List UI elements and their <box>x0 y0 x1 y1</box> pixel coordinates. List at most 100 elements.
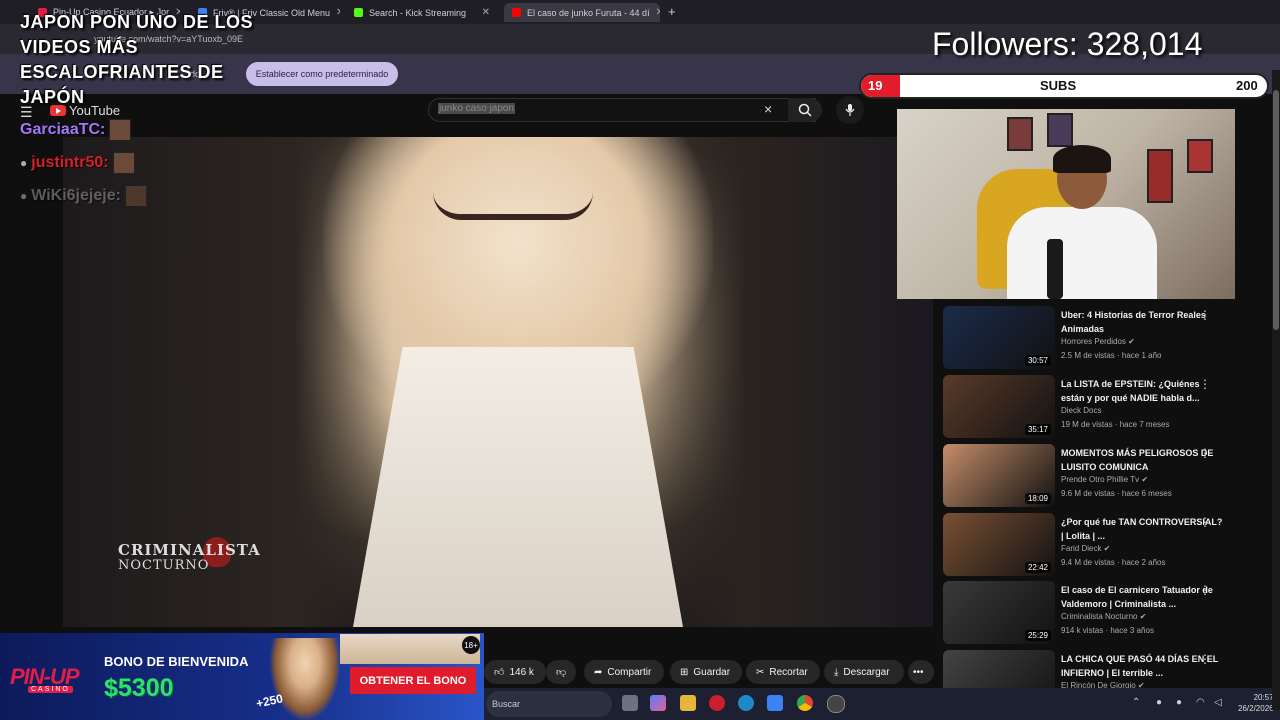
volume-icon[interactable]: ◁ <box>1214 697 1222 708</box>
stream-title-overlay: JAPON PON UNO DE LOS VIDEOS MÁS ESCALOFR… <box>20 12 254 107</box>
video-meta: 9.6 M de vistas · hace 6 meses <box>1061 489 1172 498</box>
opera-icon[interactable] <box>709 695 725 711</box>
recommended-video[interactable]: 30:57 Uber: 4 Historias de Terror Reales … <box>943 306 1263 370</box>
channel-name[interactable]: Prende Otro Phillie Tv ✔ <box>1061 475 1148 484</box>
taskbar-search-label: Buscar <box>492 699 521 709</box>
new-tab-button[interactable]: + <box>668 4 676 19</box>
chat-emote-icon <box>124 185 147 207</box>
chat-message: ● WiKi6jejeje: <box>20 185 147 207</box>
get-bonus-button[interactable]: OBTENER EL BONO <box>350 667 476 694</box>
video-thumbnail[interactable] <box>943 650 1055 688</box>
app-icon[interactable] <box>827 695 845 713</box>
more-actions-button[interactable]: ••• <box>908 660 934 684</box>
video-thumbnail[interactable]: 30:57 <box>943 306 1055 369</box>
share-button[interactable]: ➦ Compartir <box>584 660 664 684</box>
video-duration: 25:29 <box>1024 630 1051 641</box>
video-meta: 2.5 M de vistas · hace 1 año <box>1061 351 1162 360</box>
close-icon[interactable]: ✕ <box>336 7 340 18</box>
chat-username: GarciaaTC: <box>20 121 106 138</box>
wall-frame <box>1187 139 1213 173</box>
video-frame-collar <box>353 347 683 627</box>
chat-badge-icon: ● <box>20 156 28 170</box>
ad-character-image <box>270 638 340 720</box>
download-icon: ⤓ <box>834 666 839 678</box>
store-icon[interactable] <box>767 695 783 711</box>
more-vert-icon[interactable]: ⋮ <box>1199 446 1211 460</box>
subs-current: 19 <box>868 78 883 93</box>
recommended-video[interactable]: 35:17 La LISTA de EPSTEIN: ¿Quiénes están… <box>943 375 1263 439</box>
clear-search-icon[interactable]: × <box>764 101 772 117</box>
recommended-video[interactable]: LA CHICA QUE PASÓ 44 DÍAS EN EL INFIERNO… <box>943 650 1263 688</box>
recommended-video[interactable]: 18:09 MOMENTOS MÁS PELIGROSOS DE LUISITO … <box>943 444 1263 508</box>
mic-tray-icon[interactable]: ● <box>1176 697 1182 708</box>
channel-name[interactable]: Farid Dieck ✔ <box>1061 544 1110 553</box>
recommended-video[interactable]: 22:42 ¿Por qué fue TAN CONTROVERSIAL? | L… <box>943 513 1263 577</box>
tab-label: El caso de junko Furuta - 44 dí <box>527 7 650 18</box>
clock-date: 26/2/2026 <box>1238 704 1274 713</box>
video-player[interactable]: CRIMINALISTA NOCTURNO <box>63 137 933 627</box>
watermark-line1: CRIMINALISTA <box>118 541 261 559</box>
followers-counter: Followers: 328,014 <box>932 26 1203 62</box>
microphone-icon <box>845 104 855 116</box>
save-label: Guardar <box>693 666 731 678</box>
recommended-video[interactable]: 25:29 El caso de El carnicero Tatuador de… <box>943 581 1263 645</box>
like-button[interactable]: 👍︎ 146 k <box>484 660 546 684</box>
close-icon[interactable]: ✕ <box>656 7 660 18</box>
taskbar-clock[interactable]: 20:57 26/2/2026 <box>1238 692 1274 714</box>
wifi-icon[interactable]: ◠ <box>1196 697 1205 708</box>
video-duration: 22:42 <box>1024 562 1051 573</box>
more-vert-icon[interactable]: ⋮ <box>1199 515 1211 529</box>
search-button[interactable] <box>788 98 822 122</box>
wall-frame <box>1007 117 1033 151</box>
streamer-hair <box>1053 145 1111 173</box>
file-explorer-icon[interactable] <box>680 695 696 711</box>
channel-name[interactable]: Dieck Docs <box>1061 406 1101 415</box>
more-vert-icon[interactable]: ⋮ <box>1199 308 1211 322</box>
save-button[interactable]: ⊞ Guardar <box>670 660 742 684</box>
video-thumbnail[interactable]: 25:29 <box>943 581 1055 644</box>
download-label: Descargar <box>843 666 890 678</box>
clip-icon: ✂ <box>756 666 765 678</box>
copilot-icon[interactable] <box>650 695 666 711</box>
clip-button[interactable]: ✂ Recortar <box>746 660 820 684</box>
thumb-up-icon: 👍︎ <box>494 667 505 678</box>
video-thumbnail[interactable]: 35:17 <box>943 375 1055 438</box>
channel-name[interactable]: El Rincón De Giorgio ✔ <box>1061 681 1145 688</box>
share-icon: ➦ <box>594 666 603 678</box>
more-vert-icon[interactable]: ⋮ <box>1199 652 1211 666</box>
edge-icon[interactable] <box>738 695 754 711</box>
chat-message: ● justintr50: <box>20 152 135 174</box>
like-count: 146 k <box>509 666 534 678</box>
chrome-icon[interactable] <box>797 695 813 711</box>
chat-username: justintr50: <box>31 154 109 171</box>
tab-youtube[interactable]: El caso de junko Furuta - 44 dí ✕ <box>504 3 660 22</box>
age-badge: 18+ <box>462 636 480 654</box>
chat-emote-icon <box>109 119 132 141</box>
video-thumbnail[interactable]: 22:42 <box>943 513 1055 576</box>
tray-chevron-icon[interactable]: ⌃ <box>1132 697 1140 708</box>
tab-kick[interactable]: Search - Kick Streaming ✕ <box>346 3 498 22</box>
more-vert-icon[interactable]: ⋮ <box>1199 583 1211 597</box>
kick-favicon-icon <box>354 8 363 17</box>
dislike-button[interactable]: 👎︎ <box>546 660 576 684</box>
save-icon: ⊞ <box>680 666 689 678</box>
voice-search-button[interactable] <box>836 96 864 124</box>
video-thumbnail[interactable]: 18:09 <box>943 444 1055 507</box>
search-icon <box>798 103 812 117</box>
subs-label: SUBS <box>1040 78 1077 93</box>
streamer <box>1007 145 1157 299</box>
streamer-shirt <box>1007 207 1157 299</box>
close-icon[interactable]: ✕ <box>482 7 490 18</box>
download-button[interactable]: ⤓ Descargar <box>824 660 904 684</box>
video-duration: 30:57 <box>1024 355 1051 366</box>
taskbar-search[interactable]: Buscar <box>486 691 612 717</box>
scrollbar-thumb[interactable] <box>1273 90 1279 330</box>
channel-name[interactable]: Criminalista Nocturno ✔ <box>1061 612 1146 621</box>
more-vert-icon[interactable]: ⋮ <box>1199 377 1211 391</box>
network-icon[interactable]: ● <box>1156 697 1162 708</box>
thumb-down-icon: 👎︎ <box>556 667 567 678</box>
ad-brand-sub: CASINO <box>28 686 73 693</box>
clock-time: 20:57 <box>1253 693 1274 702</box>
task-view-icon[interactable] <box>622 695 638 711</box>
channel-name[interactable]: Horrores Perdidos ✔ <box>1061 337 1135 346</box>
